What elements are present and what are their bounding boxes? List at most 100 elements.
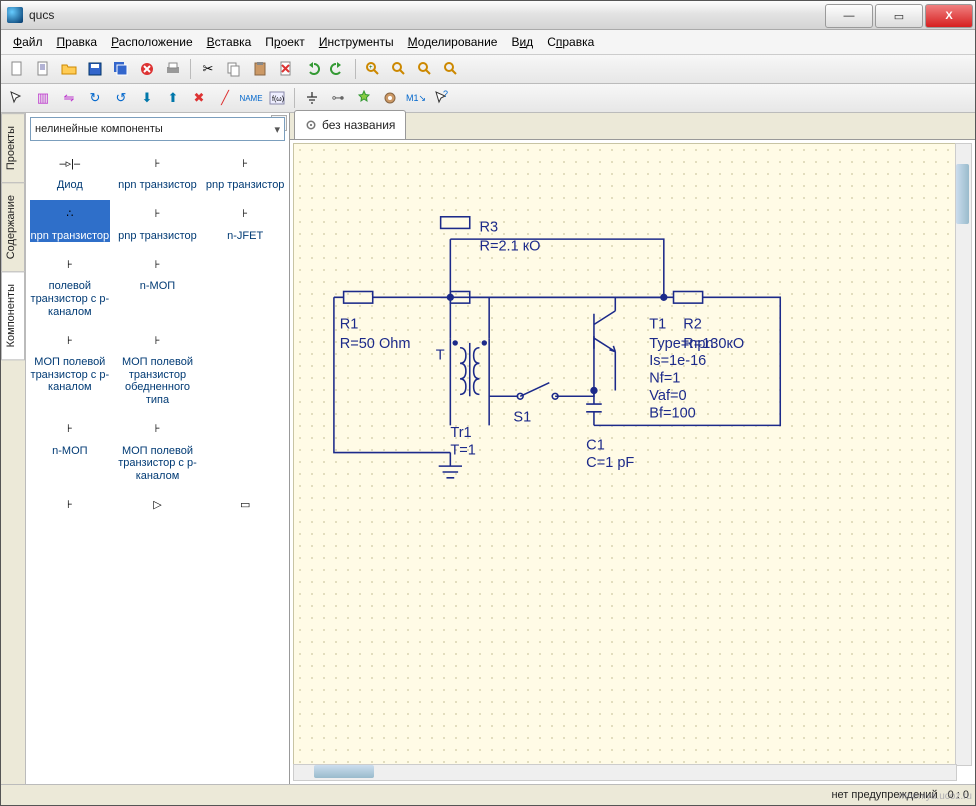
cut-icon[interactable]: ✂ [196, 57, 220, 81]
tab-components[interactable]: Компоненты [1, 271, 25, 360]
component-label: pnp транзистор [205, 179, 285, 192]
tab-label: без названия [322, 118, 395, 132]
component-item[interactable]: ⊦n-JFET [205, 200, 285, 243]
zoom-11-icon[interactable] [439, 57, 463, 81]
component-item[interactable]: ⊦n-МОП [30, 415, 110, 483]
app-icon [7, 7, 23, 23]
component-symbol-icon: ⊦ [30, 415, 110, 445]
component-symbol-icon: ▭ [205, 491, 285, 521]
mirror-h-icon[interactable]: ⇋ [57, 86, 81, 110]
titlebar[interactable]: qucs — ▭ X [1, 1, 975, 30]
svg-text:Is=1e-16: Is=1e-16 [649, 353, 706, 369]
settings-icon[interactable] [378, 86, 402, 110]
tab-untitled[interactable]: без названия [294, 110, 406, 139]
menu-file[interactable]: Файл [7, 33, 49, 51]
component-item[interactable] [205, 326, 285, 407]
component-item[interactable]: ⊦n-МОП [117, 250, 197, 318]
grid-icon[interactable]: ▥ [31, 86, 55, 110]
simulate-icon[interactable] [352, 86, 376, 110]
scrollbar-horizontal[interactable] [293, 764, 957, 781]
deactivate-icon[interactable]: ✖ [187, 86, 211, 110]
component-item[interactable]: ∴npn транзистор [30, 200, 110, 243]
toolbar-1: ✂ + [1, 55, 975, 84]
port-icon[interactable]: ⊶ [326, 86, 350, 110]
side-tabs: Проекты Содержание Компоненты [1, 113, 26, 784]
component-item[interactable]: ⊦МОП полевой транзистор обедненного типа [117, 326, 197, 407]
component-item[interactable] [205, 250, 285, 318]
component-symbol-icon [205, 415, 285, 445]
schematic-canvas[interactable]: R3 R=2.1 кО R1 R=50 Ohm R2 R=130кО T1 Ty… [293, 143, 957, 766]
category-dropdown[interactable]: нелинейные компоненты [30, 117, 285, 141]
new-file-icon[interactable] [5, 57, 29, 81]
minimize-button[interactable]: — [825, 4, 873, 28]
svg-text:+: + [369, 65, 373, 71]
components-list[interactable]: –▹|–Диод⊦npn транзистор⊦pnp транзистор∴n… [26, 145, 289, 784]
component-item[interactable]: ▭ [205, 491, 285, 521]
print-icon[interactable] [161, 57, 185, 81]
mirror-v-icon[interactable]: ↺ [109, 86, 133, 110]
app-window: qucs — ▭ X Файл Правка Расположение Вста… [0, 0, 976, 806]
svg-text:T=1: T=1 [450, 443, 475, 459]
delete-icon[interactable] [274, 57, 298, 81]
menu-tools[interactable]: Инструменты [313, 33, 400, 51]
copy-icon[interactable] [222, 57, 246, 81]
ground-icon[interactable] [300, 86, 324, 110]
menu-layout[interactable]: Расположение [105, 33, 199, 51]
zoom-fit-icon[interactable] [413, 57, 437, 81]
svg-text:Vaf=0: Vaf=0 [649, 388, 686, 404]
save-all-icon[interactable] [109, 57, 133, 81]
component-item[interactable]: –▹|–Диод [30, 149, 110, 192]
equation-icon[interactable]: f(ω) [265, 86, 289, 110]
component-label: МОП полевой транзистор с p-каналом [30, 356, 110, 394]
zoom-out-icon[interactable] [387, 57, 411, 81]
select-icon[interactable] [5, 86, 29, 110]
canvas-container: R3 R=2.1 кО R1 R=50 Ohm R2 R=130кО T1 Ty… [290, 140, 975, 784]
arrow-down-icon[interactable]: ⬇ [135, 86, 159, 110]
component-item[interactable]: ⊦ [30, 491, 110, 521]
component-item[interactable]: ⊦полевой транзистор с p-каналом [30, 250, 110, 318]
whatsthis-icon[interactable]: ? [430, 86, 454, 110]
menu-edit[interactable]: Правка [51, 33, 104, 51]
menu-insert[interactable]: Вставка [201, 33, 258, 51]
menu-view[interactable]: Вид [505, 33, 539, 51]
svg-text:R=2.1 кО: R=2.1 кО [479, 239, 540, 255]
component-symbol-icon: ⊦ [205, 200, 285, 230]
open-icon[interactable] [57, 57, 81, 81]
marker-icon[interactable]: M1↘ [404, 86, 428, 110]
component-item[interactable]: ⊦pnp транзистор [205, 149, 285, 192]
save-icon[interactable] [83, 57, 107, 81]
component-label: npn транзистор [117, 179, 197, 192]
rotate-icon[interactable]: ↻ [83, 86, 107, 110]
undo-icon[interactable] [300, 57, 324, 81]
paste-icon[interactable] [248, 57, 272, 81]
maximize-button[interactable]: ▭ [875, 4, 923, 28]
component-symbol-icon: ⊦ [30, 491, 110, 521]
wire-icon[interactable]: ╱ [213, 86, 237, 110]
tab-projects[interactable]: Проекты [1, 113, 25, 183]
menu-help[interactable]: Справка [541, 33, 600, 51]
component-item[interactable]: ⊦МОП полевой транзистор с p-каналом [117, 415, 197, 483]
component-item[interactable]: ⊦npn транзистор [117, 149, 197, 192]
close-doc-icon[interactable] [135, 57, 159, 81]
arrow-up-icon[interactable]: ⬆ [161, 86, 185, 110]
component-symbol-icon: ▷ [117, 491, 197, 521]
menubar: Файл Правка Расположение Вставка Проект … [1, 30, 975, 55]
component-item[interactable] [205, 415, 285, 483]
component-item[interactable]: ⊦pnp транзистор [117, 200, 197, 243]
tab-contents[interactable]: Содержание [1, 182, 25, 272]
component-symbol-icon: ⊦ [117, 326, 197, 356]
component-symbol-icon: ⊦ [117, 415, 197, 445]
svg-text:C1: C1 [586, 438, 605, 454]
scroll-thumb-v[interactable] [956, 164, 969, 224]
component-item[interactable]: ▷ [117, 491, 197, 521]
redo-icon[interactable] [326, 57, 350, 81]
scrollbar-vertical[interactable] [955, 143, 972, 766]
label-icon[interactable]: NAME [239, 86, 263, 110]
scroll-thumb-h[interactable] [314, 765, 374, 778]
new-text-icon[interactable] [31, 57, 55, 81]
component-item[interactable]: ⊦МОП полевой транзистор с p-каналом [30, 326, 110, 407]
menu-project[interactable]: Проект [259, 33, 311, 51]
close-button[interactable]: X [925, 4, 973, 28]
zoom-in-icon[interactable]: + [361, 57, 385, 81]
menu-simulate[interactable]: Моделирование [402, 33, 504, 51]
